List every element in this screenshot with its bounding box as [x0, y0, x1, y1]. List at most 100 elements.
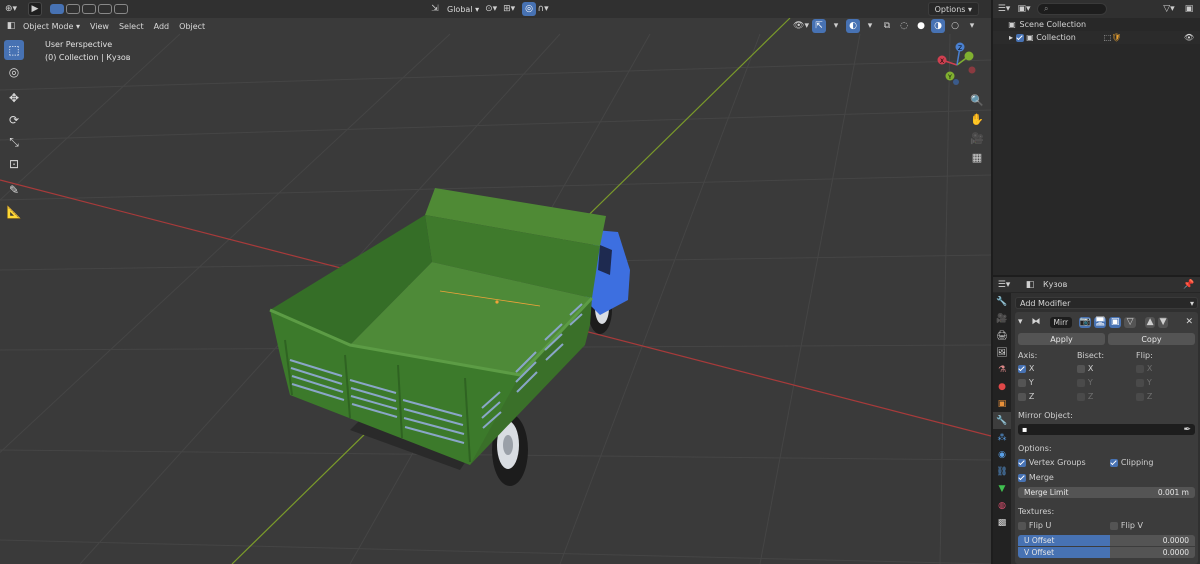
transform-orientation-dropdown[interactable]: Global ▾	[442, 2, 484, 16]
transform-tool-icon[interactable]: ⊡	[4, 154, 24, 174]
mirror-object-field[interactable]: ▪ ✒	[1018, 424, 1195, 435]
data-tab-icon[interactable]: ▼	[993, 480, 1011, 497]
flip-v-checkbox[interactable]: Flip V	[1110, 521, 1143, 531]
eyedropper-icon[interactable]: ✒	[1183, 425, 1191, 435]
rotate-tool-icon[interactable]: ⟳	[4, 110, 24, 130]
camera-view-icon[interactable]: 🎥	[968, 130, 986, 146]
bisect-x-checkbox[interactable]: X	[1077, 364, 1136, 374]
v-offset-field[interactable]: V Offset 0.0000	[1018, 547, 1195, 558]
pin-icon[interactable]: 📌	[1182, 278, 1196, 292]
modifier-tab-icon[interactable]: 🔧	[993, 412, 1011, 429]
scene-tab-icon[interactable]: ⚗	[993, 361, 1011, 378]
selection-mode-extend-icon[interactable]	[66, 4, 80, 14]
shading-material-icon[interactable]: ◑	[931, 19, 945, 33]
u-offset-field[interactable]: U Offset 0.0000	[1018, 535, 1195, 546]
editor-type-icon[interactable]: ⊕▾	[4, 2, 18, 16]
display-mode-icon[interactable]: ▣▾	[1017, 2, 1031, 16]
zoom-icon[interactable]: 🔍	[968, 92, 986, 108]
visibility-icon[interactable]: 👁▾	[793, 19, 809, 33]
overlays-toggle-icon[interactable]: ◐	[846, 19, 860, 33]
xray-icon[interactable]: ⧉	[880, 19, 894, 33]
viewport-scene[interactable]	[0, 0, 991, 564]
shading-rendered-icon[interactable]: ○	[948, 19, 962, 33]
menu-select[interactable]: Select	[114, 19, 149, 33]
physics-tab-icon[interactable]: ◉	[993, 446, 1011, 463]
measure-tool-icon[interactable]: 📐	[4, 202, 24, 222]
apply-button[interactable]: Apply	[1018, 333, 1105, 345]
add-modifier-dropdown[interactable]: Add Modifier ▾	[1015, 297, 1198, 309]
gizmo-y-icon[interactable]	[964, 51, 974, 61]
texture-tab-icon[interactable]: ▩	[993, 514, 1011, 531]
pivot-point-icon[interactable]: ⊙▾	[484, 2, 498, 16]
gizmo-toggle-icon[interactable]: ⇱	[812, 19, 826, 33]
proportional-edit-icon[interactable]: ◎	[522, 2, 537, 16]
shading-dropdown-icon[interactable]: ▾	[965, 19, 979, 33]
outliner-editor-icon[interactable]: ☰▾	[997, 2, 1011, 16]
selection-mode-subtract-icon[interactable]	[82, 4, 96, 14]
show-render-icon[interactable]: 📷	[1079, 316, 1092, 328]
show-on-cage-icon[interactable]: ▽	[1124, 316, 1137, 328]
collapse-arrow-icon[interactable]: ▾	[1018, 317, 1023, 327]
select-box-tool-icon[interactable]: ⬚	[4, 40, 24, 60]
vertex-groups-checkbox[interactable]: Vertex Groups	[1018, 458, 1110, 468]
material-tab-icon[interactable]: ◍	[993, 497, 1011, 514]
selection-mode-invert-icon[interactable]	[98, 4, 112, 14]
axis-y-checkbox[interactable]: Y	[1018, 378, 1077, 388]
truck-model[interactable]	[269, 188, 630, 486]
selection-mode-intersect-icon[interactable]	[114, 4, 128, 14]
expand-arrow-icon[interactable]: ▸	[1009, 33, 1013, 42]
scale-tool-icon[interactable]: ⤡	[4, 132, 24, 152]
move-tool-icon[interactable]: ✥	[4, 88, 24, 108]
ortho-grid-icon[interactable]: ▦	[968, 149, 986, 165]
tool-tab-icon[interactable]: 🔧	[993, 293, 1011, 310]
menu-object[interactable]: Object	[174, 19, 210, 33]
annotate-tool-icon[interactable]: ✎	[4, 180, 24, 200]
mirror-modifier-panel: ▾ ⧓ Mirr 📷 🖥 ▣ ▽ ▲ ▼ ✕ Apply Copy Axis: …	[1015, 312, 1198, 564]
selection-mode-new-icon[interactable]	[50, 4, 64, 14]
modifier-name-field[interactable]: Mirr	[1049, 316, 1073, 328]
copy-button[interactable]: Copy	[1108, 333, 1195, 345]
collection-exclude-checkbox[interactable]	[1015, 33, 1024, 42]
outliner-search-input[interactable]: ⌕	[1037, 3, 1107, 15]
remove-modifier-icon[interactable]: ✕	[1185, 317, 1193, 327]
output-tab-icon[interactable]: 🖨	[993, 327, 1011, 344]
merge-checkbox[interactable]: Merge	[1018, 473, 1195, 483]
move-up-icon[interactable]: ▲	[1145, 316, 1156, 328]
cursor-tool-icon[interactable]: ◎	[4, 62, 24, 82]
menu-view[interactable]: View	[85, 19, 114, 33]
visibility-eye-icon[interactable]: 👁	[1184, 33, 1194, 42]
snap-icon[interactable]: ⊞▾	[502, 2, 516, 16]
axis-z-checkbox[interactable]: Z	[1018, 392, 1077, 402]
shading-wireframe-icon[interactable]: ◌	[897, 19, 911, 33]
select-tool-icon[interactable]: ▶	[28, 2, 42, 16]
render-tab-icon[interactable]: 🎥	[993, 310, 1011, 327]
particles-tab-icon[interactable]: ⁂	[993, 429, 1011, 446]
collection-row[interactable]: ▸ ▣ Collection ⬚ 🛡 👁	[993, 31, 1200, 44]
properties-editor-icon[interactable]: ☰▾	[997, 278, 1011, 292]
show-viewport-icon[interactable]: 🖥	[1094, 316, 1107, 328]
scene-collection-row[interactable]: ▣ Scene Collection	[993, 18, 1200, 31]
options-dropdown[interactable]: Options ▾	[927, 2, 979, 16]
filter-icon[interactable]: ▽▾	[1162, 2, 1176, 16]
world-tab-icon[interactable]: ●	[993, 378, 1011, 395]
flip-label: Flip:	[1136, 351, 1153, 360]
overlays-dropdown-icon[interactable]: ▾	[863, 19, 877, 33]
menu-add[interactable]: Add	[149, 19, 175, 33]
show-editmode-icon[interactable]: ▣	[1109, 316, 1122, 328]
constraints-tab-icon[interactable]: ⛓	[993, 463, 1011, 480]
view-layer-tab-icon[interactable]: 🖼	[993, 344, 1011, 361]
3d-viewport[interactable]: ⊕▾ ▶ ⇲ Global ▾ ⊙▾ ⊞▾ ◎ ∩▾ Options ▾ ◧ O…	[0, 0, 991, 564]
shading-solid-icon[interactable]: ●	[914, 19, 928, 33]
flip-u-checkbox[interactable]: Flip U	[1018, 521, 1110, 531]
clipping-checkbox[interactable]: Clipping	[1110, 458, 1153, 468]
gizmo-dropdown-icon[interactable]: ▾	[829, 19, 843, 33]
merge-limit-field[interactable]: Merge Limit 0.001 m	[1018, 487, 1195, 498]
navigation-gizmo[interactable]: X Z Y	[932, 40, 982, 90]
falloff-icon[interactable]: ∩▾	[536, 2, 550, 16]
pan-hand-icon[interactable]: ✋	[968, 111, 986, 127]
move-down-icon[interactable]: ▼	[1158, 316, 1169, 328]
object-mode-dropdown[interactable]: Object Mode ▾	[18, 19, 85, 33]
new-collection-icon[interactable]: ▣	[1182, 2, 1196, 16]
object-tab-icon[interactable]: ▣	[993, 395, 1011, 412]
axis-x-checkbox[interactable]: X	[1018, 364, 1077, 374]
